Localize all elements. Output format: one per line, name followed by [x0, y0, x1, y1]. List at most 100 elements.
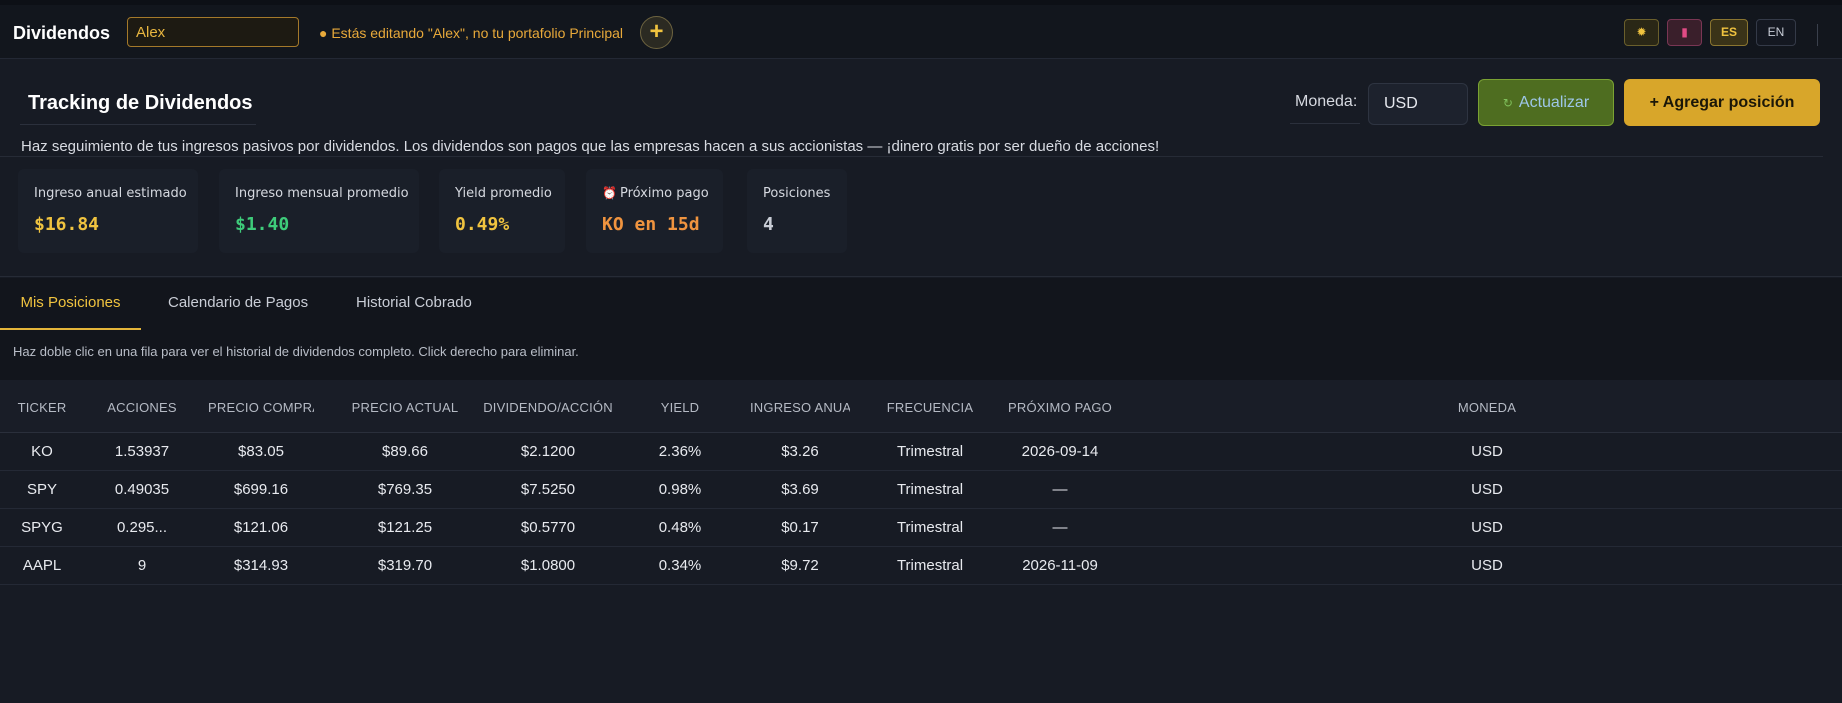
currency-label: Moneda:	[1295, 93, 1358, 110]
tabs-bar: Mis Posiciones Calendario de Pagos Histo…	[0, 278, 1842, 330]
cell-frecuencia: Trimestral	[896, 443, 964, 460]
lang-es-button[interactable]: ES	[1710, 19, 1748, 46]
stat-label: Ingreso mensual promedio	[235, 186, 409, 201]
refresh-icon: ↻	[1502, 96, 1513, 110]
column-header-dividendo-accion[interactable]: DIVIDENDO/ACCIÓN	[478, 400, 618, 415]
color-theme-button[interactable]: ▮	[1667, 19, 1702, 46]
cell-yield: 0.98%	[658, 481, 702, 498]
cell-precio-compra: $121.06	[233, 519, 289, 536]
cell-precio-compra: $83.05	[238, 443, 284, 460]
page-title: Tracking de Dividendos	[28, 92, 253, 114]
column-header-ingreso-anual[interactable]: INGRESO ANUAL	[750, 400, 850, 415]
refresh-label: Actualizar	[1518, 94, 1590, 111]
table-row[interactable]: KO 1.53937 $83.05 $89.66 $2.1200 2.36% $…	[0, 433, 1842, 471]
tab-historial-cobrado[interactable]: Historial Cobrado	[356, 294, 472, 330]
add-position-button[interactable]: + Agregar posición	[1624, 79, 1820, 126]
stat-value: 4	[763, 214, 774, 235]
column-header-frecuencia[interactable]: FRECUENCIA	[870, 400, 990, 415]
description-divider	[0, 156, 1823, 157]
cell-ingreso-anual: $3.26	[781, 443, 819, 460]
column-header-moneda[interactable]: MONEDA	[1437, 400, 1537, 415]
cell-yield: 0.34%	[658, 557, 702, 574]
table-header: TICKER ACCIONES PRECIO COMPRA PRECIO ACT…	[0, 380, 1842, 433]
title-divider	[20, 124, 256, 125]
cell-ticker: SPYG	[21, 519, 63, 536]
table-hint: Haz doble clic en una fila para ver el h…	[13, 344, 579, 359]
lang-en-button[interactable]: EN	[1756, 19, 1796, 46]
table-row[interactable]: SPY 0.49035 $699.16 $769.35 $7.5250 0.98…	[0, 471, 1842, 509]
top-bar: Dividendos ● Estás editando "Alex", no t…	[0, 5, 1842, 59]
column-header-precio-compra[interactable]: PRECIO COMPRA	[208, 400, 314, 415]
column-header-ticker[interactable]: TICKER	[10, 400, 74, 415]
stat-label: Ingreso anual estimado	[34, 186, 187, 201]
table-row[interactable]: AAPL 9 $314.93 $319.70 $1.0800 0.34% $9.…	[0, 547, 1842, 585]
add-portfolio-button[interactable]: +	[640, 16, 673, 49]
toolbar-divider	[1817, 24, 1818, 46]
cell-precio-actual: $89.66	[382, 443, 428, 460]
cell-dividendo: $1.0800	[520, 557, 576, 574]
theme-toggle-button[interactable]: ✹	[1624, 19, 1659, 46]
cell-dividendo: $2.1200	[520, 443, 576, 460]
cell-yield: 2.36%	[658, 443, 702, 460]
stat-card-monthly-income: Ingreso mensual promedio $1.40	[219, 169, 419, 253]
column-header-precio-actual[interactable]: PRECIO ACTUAL	[340, 400, 470, 415]
page-description: Haz seguimiento de tus ingresos pasivos …	[21, 138, 1160, 155]
cell-acciones: 9	[137, 557, 147, 574]
stat-label: Posiciones	[763, 186, 831, 201]
cell-precio-actual: $121.25	[377, 519, 433, 536]
cell-ingreso-anual: $3.69	[781, 481, 819, 498]
portfolio-name-input[interactable]	[127, 17, 299, 47]
cell-acciones: 1.53937	[114, 443, 170, 460]
cell-moneda: USD	[1471, 481, 1503, 498]
cell-acciones: 0.295...	[116, 519, 168, 536]
cell-ticker: SPY	[26, 481, 57, 498]
cell-ticker: KO	[31, 443, 53, 460]
cell-frecuencia: Trimestral	[896, 557, 964, 574]
stat-value: $1.40	[235, 214, 290, 235]
table-row[interactable]: SPYG 0.295... $121.06 $121.25 $0.5770 0.…	[0, 509, 1842, 547]
cell-yield: 0.48%	[658, 519, 702, 536]
tab-calendario-pagos[interactable]: Calendario de Pagos	[168, 294, 308, 330]
cell-proximo-pago: 2026-09-14	[1021, 443, 1099, 460]
cell-proximo-pago: —	[1052, 519, 1068, 536]
cell-precio-actual: $319.70	[377, 557, 433, 574]
cell-precio-compra: $699.16	[233, 481, 289, 498]
cell-moneda: USD	[1471, 557, 1503, 574]
stat-label-text: Próximo pago	[619, 186, 709, 201]
hint-row: Haz doble clic en una fila para ver el h…	[0, 330, 1842, 380]
refresh-button[interactable]: ↻ Actualizar	[1478, 79, 1614, 126]
edit-warning: ● Estás editando "Alex", no tu portafoli…	[319, 25, 624, 41]
stat-value: $16.84	[34, 214, 100, 235]
cell-dividendo: $0.5770	[520, 519, 576, 536]
stat-card-positions: Posiciones 4	[747, 169, 847, 253]
column-header-yield[interactable]: YIELD	[640, 400, 720, 415]
stat-card-avg-yield: Yield promedio 0.49%	[439, 169, 565, 253]
brush-icon: ▮	[1681, 25, 1688, 39]
cell-ingreso-anual: $9.72	[781, 557, 819, 574]
cell-moneda: USD	[1471, 519, 1503, 536]
cell-ticker: AAPL	[22, 557, 62, 574]
app-title: Dividendos	[13, 23, 111, 43]
cell-proximo-pago: 2026-11-09	[1022, 557, 1098, 574]
column-header-proximo-pago[interactable]: PRÓXIMO PAGO	[1000, 400, 1120, 415]
cell-frecuencia: Trimestral	[896, 481, 964, 498]
stat-label: ⏰ Próximo pago	[602, 186, 709, 201]
column-header-acciones[interactable]: ACCIONES	[95, 400, 189, 415]
tab-mis-posiciones[interactable]: Mis Posiciones	[0, 294, 141, 330]
currency-label-divider	[1290, 123, 1360, 124]
cell-precio-actual: $769.35	[377, 481, 433, 498]
currency-select[interactable]: USD	[1368, 83, 1468, 125]
cell-acciones: 0.49035	[114, 481, 170, 498]
stat-card-next-payment: ⏰ Próximo pago KO en 15d	[586, 169, 723, 253]
stat-value: 0.49%	[455, 214, 510, 235]
cell-moneda: USD	[1471, 443, 1503, 460]
alarm-clock-icon: ⏰	[602, 186, 617, 200]
cell-dividendo: $7.5250	[520, 481, 576, 498]
stat-card-annual-income: Ingreso anual estimado $16.84	[18, 169, 198, 253]
sun-icon: ✹	[1636, 25, 1647, 39]
stat-label: Yield promedio	[455, 186, 552, 201]
dividends-header-panel: Tracking de Dividendos Moneda: USD ↻ Actu…	[0, 60, 1842, 277]
stat-value: KO en 15d	[602, 214, 700, 235]
cell-precio-compra: $314.93	[233, 557, 289, 574]
cell-ingreso-anual: $0.17	[781, 519, 819, 536]
